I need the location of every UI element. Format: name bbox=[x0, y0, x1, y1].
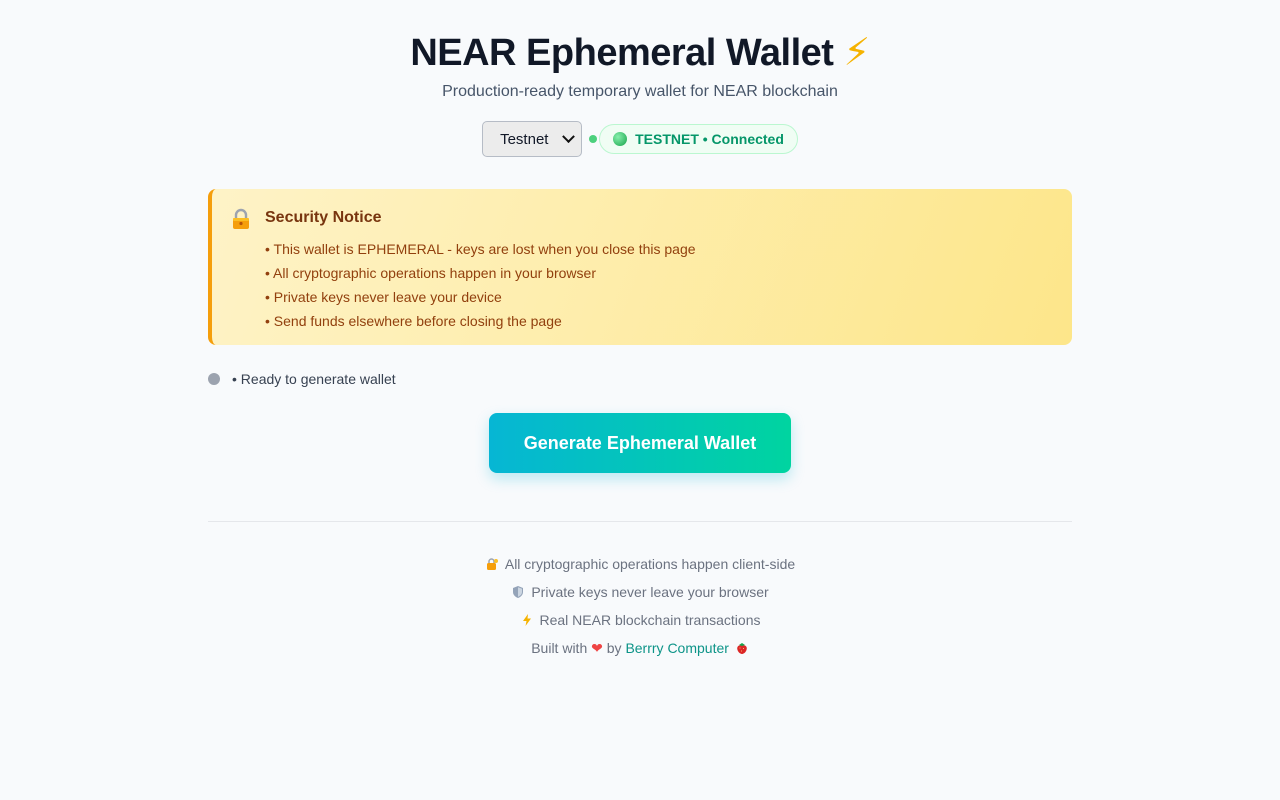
footer-line-transactions: Real NEAR blockchain transactions bbox=[208, 606, 1072, 634]
strawberry-icon bbox=[736, 643, 747, 654]
heart-icon: ❤ bbox=[591, 640, 603, 656]
lightning-icon bbox=[522, 614, 531, 626]
footer-text-transactions: Real NEAR blockchain transactions bbox=[539, 612, 761, 628]
page-title: NEAR Ephemeral Wallet ⚡ bbox=[208, 30, 1072, 76]
green-circle-icon bbox=[613, 132, 628, 146]
list-item: • This wallet is EPHEMERAL - keys are lo… bbox=[265, 241, 696, 257]
footer-text-client-side: All cryptographic operations happen clie… bbox=[504, 556, 796, 572]
generate-wallet-button[interactable]: Generate Ephemeral Wallet bbox=[489, 413, 791, 473]
network-row: Testnet TESTNET • Connected bbox=[208, 120, 1072, 158]
footer: All cryptographic operations happen clie… bbox=[208, 550, 1072, 662]
page-subtitle: Production-ready temporary wallet for NE… bbox=[442, 83, 838, 100]
footer-text-private-keys: Private keys never leave your browser bbox=[531, 584, 769, 600]
lock-icon bbox=[233, 208, 249, 229]
network-select[interactable]: Testnet bbox=[482, 121, 583, 157]
footer-line-private-keys: Private keys never leave your browser bbox=[208, 578, 1072, 606]
locked-key-icon bbox=[486, 558, 498, 570]
network-status-text: TESTNET • Connected bbox=[635, 131, 784, 147]
security-notice-list: • This wallet is EPHEMERAL - keys are lo… bbox=[265, 237, 696, 333]
shield-icon bbox=[513, 586, 524, 598]
title-text: NEAR Ephemeral Wallet bbox=[410, 32, 834, 74]
list-item: • Send funds elsewhere before closing th… bbox=[265, 313, 562, 329]
list-item: • All cryptographic operations happen in… bbox=[265, 265, 596, 281]
wallet-status-row: • Ready to generate wallet bbox=[208, 369, 396, 389]
connection-dot-icon bbox=[589, 135, 598, 143]
lightning-icon: ⚡ bbox=[843, 32, 870, 74]
list-item: • Private keys never leave your device bbox=[265, 289, 502, 305]
network-select-value: Testnet bbox=[500, 130, 549, 148]
network-status-badge: TESTNET • Connected bbox=[599, 124, 798, 154]
page: NEAR Ephemeral Wallet ⚡ Production-ready… bbox=[0, 0, 1280, 800]
security-notice-title: Security Notice bbox=[265, 209, 382, 226]
footer-line-built-with: Built with ❤ by Berrry Computer bbox=[208, 634, 1072, 662]
status-indicator-icon bbox=[208, 373, 220, 385]
built-with-text: Built with bbox=[531, 640, 588, 656]
built-by-text: by bbox=[606, 640, 622, 656]
berrry-computer-link[interactable]: Berrry Computer bbox=[625, 640, 728, 656]
footer-line-client-side: All cryptographic operations happen clie… bbox=[208, 550, 1072, 578]
security-notice: Security Notice • This wallet is EPHEMER… bbox=[208, 189, 1072, 345]
chevron-down-icon bbox=[562, 129, 575, 143]
wallet-status-text: • Ready to generate wallet bbox=[232, 371, 396, 387]
divider bbox=[208, 521, 1072, 522]
